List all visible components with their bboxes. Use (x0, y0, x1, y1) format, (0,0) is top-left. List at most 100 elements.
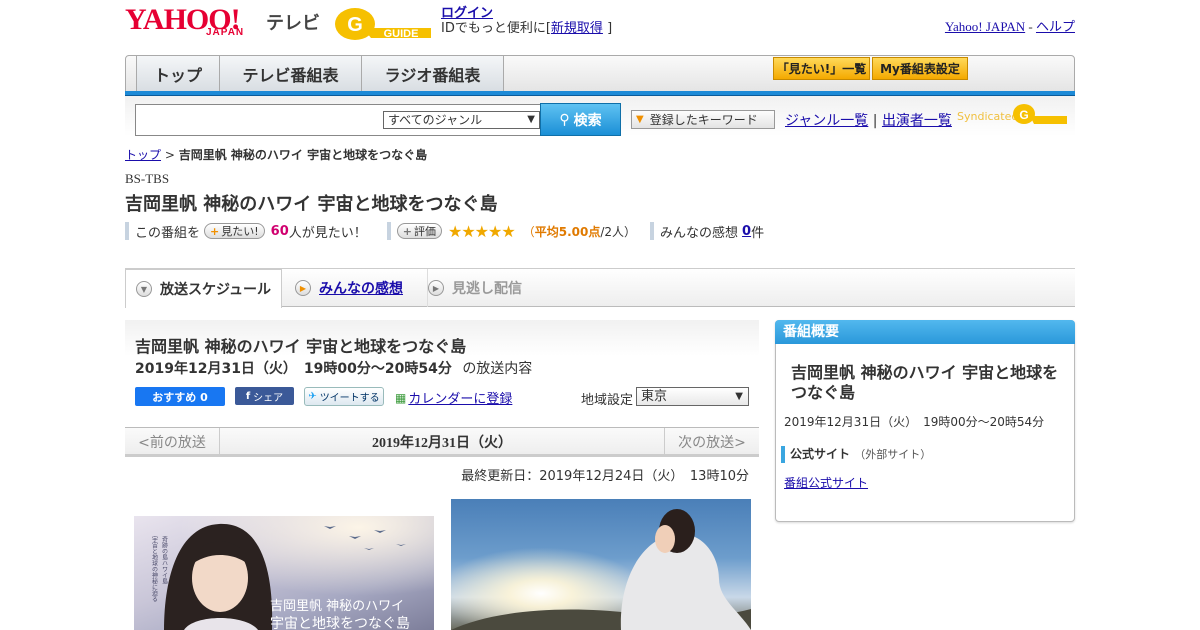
summary-datetime: 2019年12月31日（火） 19時00分～20時54分 (784, 415, 1045, 429)
main-nav: トップ テレビ番組表 ラジオ番組表 「見たい!」一覧 My番組表設定 (125, 55, 1075, 93)
genre-list-link[interactable]: ジャンル一覧 (785, 113, 868, 129)
program-tabs: ▼ 放送スケジュール ▶ みんなの感想 ▶ 見逃し配信 (125, 269, 1075, 308)
program-stats-row: この番組を + 見たい! 60 人が見たい！ + 評価 ★★★★★ （ 平均5.… (125, 221, 764, 241)
svg-text:GUIDE: GUIDE (384, 28, 419, 40)
gguide-small-logo: G (1013, 104, 1067, 124)
id-prompt-text: IDでもっと便利に[ (441, 21, 551, 36)
nav-tab-radio-schedule[interactable]: ラジオ番組表 (362, 56, 504, 92)
prev-broadcast-link[interactable]: <前の放送 (125, 428, 220, 456)
search-button[interactable]: ⚲ 検索 (540, 103, 621, 136)
calendar-register-link[interactable]: カレンダーに登録 (408, 388, 512, 407)
breadcrumb-top-link[interactable]: トップ (125, 148, 161, 162)
region-select-value: 東京 (641, 389, 668, 404)
facebook-recommend-label: おすすめ 0 (152, 390, 208, 404)
external-site-note: （外部サイト） (854, 448, 932, 461)
triangle-down-icon: ▼ (636, 114, 644, 125)
broadcast-pager: <前の放送 2019年12月31日（火） 次の放送> (125, 427, 759, 457)
image1-side-caption-b: 奇跡の島ハワイ島 (161, 535, 168, 585)
current-broadcast-date: 2019年12月31日（火） (372, 436, 512, 451)
official-site-link[interactable]: 番組公式サイト (784, 474, 868, 491)
yahoo-japan-link[interactable]: Yahoo! JAPAN (945, 19, 1025, 34)
want-count: 60 (270, 223, 289, 239)
triangle-right-icon: ▶ (428, 280, 444, 296)
broadcast-content-suffix: の放送内容 (462, 361, 533, 377)
program-summary-header: 番組概要 (775, 320, 1075, 344)
facebook-share-button[interactable]: f シェア (235, 387, 294, 405)
genre-select-value: すべてのジャンル (388, 113, 483, 127)
rating-stars-icon: ★★★★★ (447, 221, 516, 241)
breadcrumb-separator: > (164, 148, 175, 162)
official-site-label: 公式サイト (790, 447, 851, 461)
summary-title: 吉岡里帆 神秘のハワイ 宇宙と地球をつなぐ島 (791, 363, 1059, 402)
last-updated: 最終更新日：2019年12月24日（火） 13時10分 (461, 469, 749, 484)
facebook-icon: f (245, 390, 251, 402)
my-schedule-settings-button[interactable]: My番組表設定 (872, 57, 968, 80)
search-button-label: 検索 (573, 112, 602, 129)
tab-schedule-label: 放送スケジュール (160, 282, 272, 298)
divider-bar (386, 222, 391, 240)
help-link[interactable]: ヘルプ (1036, 19, 1075, 34)
yahoo-japan-logo-text: JAPAN (206, 27, 245, 38)
plus-icon: + (210, 224, 220, 238)
broadcast-datetime: 2019年12月31日（火） 19時00分～20時54分 (135, 361, 452, 377)
dropdown-arrow-icon: ▼ (527, 114, 535, 125)
genre-select[interactable]: すべてのジャンル ▼ (383, 111, 540, 129)
program-image-2-art (451, 499, 751, 630)
dropdown-arrow-icon: ▼ (735, 391, 743, 402)
image1-caption-b: 宇宙と地球をつなぐ島 (270, 616, 410, 630)
region-label: 地域設定 (581, 393, 634, 408)
breadcrumb: トップ > 吉岡里帆 神秘のハワイ 宇宙と地球をつなぐ島 (125, 146, 427, 163)
region-select[interactable]: 東京 ▼ (636, 387, 749, 406)
broadcast-title: 吉岡里帆 神秘のハワイ 宇宙と地球をつなぐ島 (135, 337, 467, 356)
tv-service-label[interactable]: テレビ (266, 9, 320, 35)
rating-button[interactable]: + 評価 (396, 223, 442, 239)
registered-keyword-button[interactable]: ▼ 登録したキーワード (631, 110, 775, 129)
channel-name: BS-TBS (125, 171, 170, 186)
link-separator: - (1028, 19, 1033, 34)
impressions-suffix: 件 (751, 225, 765, 241)
search-icon: ⚲ (559, 111, 570, 128)
triangle-right-icon: ▶ (295, 280, 311, 296)
nav-tab-top[interactable]: トップ (136, 56, 220, 92)
official-site-heading: 公式サイト （外部サイト） (781, 446, 931, 463)
program-image-1: 吉岡里帆 神秘のハワイ 宇宙と地球をつなぐ島 宇宙と地球の神秘に迫る 奇跡の島ハ… (134, 516, 434, 630)
tab-missed[interactable]: ▶ 見逃し配信 (427, 269, 547, 307)
want-prefix: この番組を (135, 225, 201, 241)
want-button[interactable]: + 見たい! (204, 223, 265, 239)
program-image-2 (451, 499, 751, 630)
performer-list-link[interactable]: 出演者一覧 (882, 113, 952, 129)
image1-caption-a: 吉岡里帆 神秘のハワイ (270, 599, 404, 614)
tab-impressions-label[interactable]: みんなの感想 (319, 278, 403, 298)
gguide-logo: G GUIDE (335, 8, 431, 40)
rating-paren-open: （ (522, 224, 535, 239)
tab-impressions[interactable]: ▶ みんなの感想 (295, 269, 420, 307)
share-label: シェア (253, 392, 284, 404)
next-broadcast-link[interactable]: 次の放送> (664, 428, 759, 456)
divider-bar (125, 222, 129, 240)
login-link[interactable]: ログイン (441, 6, 493, 21)
impressions-count-link[interactable]: 0 (742, 224, 751, 239)
facebook-recommend-button[interactable]: おすすめ 0 (135, 387, 225, 406)
svg-text:G: G (347, 14, 363, 36)
want-list-button[interactable]: 「見たい!」一覧 (773, 57, 870, 80)
rating-button-label: 評価 (413, 225, 436, 238)
tweet-button[interactable]: ✈ ツイートする (304, 387, 384, 406)
calendar-add-icon: ▦ (395, 390, 407, 405)
id-prompt-suffix: ] (607, 21, 613, 36)
image1-side-caption-a: 宇宙と地球の神秘に迫る (151, 535, 158, 602)
tweet-label: ツイートする (319, 393, 380, 404)
tab-missed-label: 見逃し配信 (452, 281, 522, 297)
svg-text:G: G (1019, 108, 1028, 122)
tab-schedule[interactable]: ▼ 放送スケジュール (125, 269, 282, 308)
divider-bar (650, 222, 655, 240)
link-pipe: | (872, 113, 878, 129)
registered-keyword-label: 登録したキーワード (649, 113, 758, 127)
register-link[interactable]: 新規取得 (551, 21, 603, 36)
login-block: ログイン IDでもっと便利に[新規取得 ] (441, 6, 612, 36)
triangle-down-icon: ▼ (136, 281, 152, 297)
rating-average: 平均5.00点 (534, 224, 601, 239)
nav-tab-tv-schedule[interactable]: テレビ番組表 (220, 56, 362, 92)
calendar-register[interactable]: ▦ カレンダーに登録 (395, 388, 512, 408)
page-title: 吉岡里帆 神秘のハワイ 宇宙と地球をつなぐ島 (125, 194, 498, 215)
want-button-label: 見たい! (221, 225, 259, 238)
